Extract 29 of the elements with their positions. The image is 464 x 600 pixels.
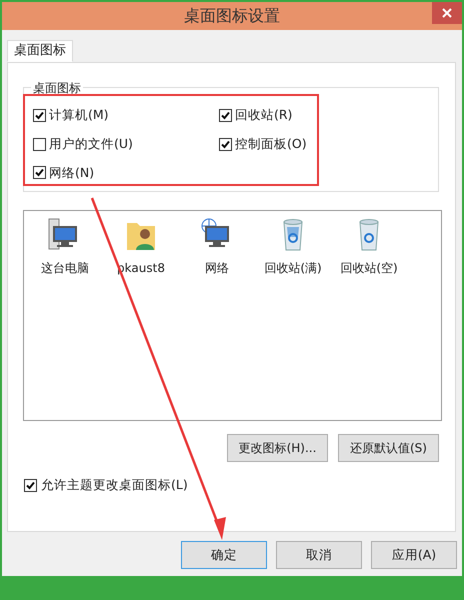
icon-label: 回收站(满) xyxy=(264,260,322,277)
checkbox[interactable] xyxy=(33,138,46,151)
icon-label: 这台电脑 xyxy=(41,260,89,277)
checkbox[interactable] xyxy=(219,138,232,151)
checkbox-label: 控制面板(O) xyxy=(235,134,307,153)
checkbox[interactable] xyxy=(33,108,46,122)
checkbox-label: 回收站(R) xyxy=(235,106,292,124)
icon-label: 回收站(空) xyxy=(340,260,398,277)
checkbox-label: 允许主题更改桌面图标(L) xyxy=(41,476,188,494)
button[interactable]: 更改图标(H)... xyxy=(227,434,328,462)
checkbox-label: 用户的文件(U) xyxy=(49,134,133,153)
desktop-icon-item[interactable]: 网络 xyxy=(182,217,252,277)
desktop-icon-item[interactable]: 这台电脑 xyxy=(30,217,100,277)
tab[interactable]: 桌面图标 xyxy=(7,40,73,62)
button[interactable]: 还原默认值(S) xyxy=(338,434,439,462)
close-button[interactable] xyxy=(432,2,462,24)
checkbox[interactable] xyxy=(24,478,37,492)
close-icon xyxy=(442,8,452,18)
desktop-icon-item[interactable]: 回收站(空) xyxy=(334,217,404,277)
button[interactable]: 取消 xyxy=(276,541,362,569)
window-title: 桌面图标设置 xyxy=(184,5,280,27)
checkbox[interactable] xyxy=(219,108,232,122)
icon-label: 网络 xyxy=(205,260,229,277)
button[interactable]: 应用(A) xyxy=(371,541,457,569)
button[interactable]: 确定 xyxy=(181,541,267,569)
checkbox[interactable] xyxy=(33,166,46,180)
checkbox-label: 计算机(M) xyxy=(49,106,109,124)
desktop-icon-item[interactable]: 回收站(满) xyxy=(258,217,328,277)
checkbox-label: 网络(N) xyxy=(49,164,94,182)
